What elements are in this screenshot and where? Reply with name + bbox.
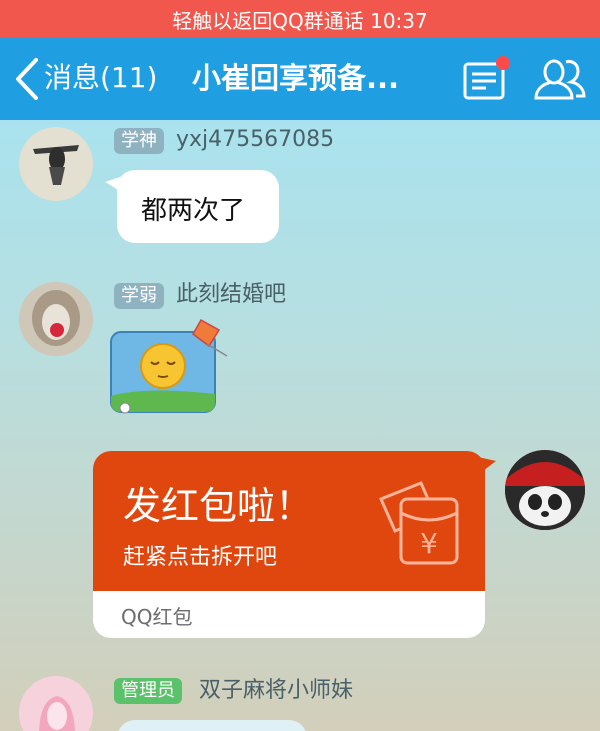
- sender-nickname: 双子麻将小师妹: [199, 678, 354, 703]
- chat-title: 小崔回享预备...: [192, 61, 400, 95]
- back-chevron-icon[interactable]: [12, 56, 42, 102]
- message-bubble[interactable]: 都两次了: [117, 170, 279, 243]
- back-button-label[interactable]: 消息(11): [44, 58, 157, 98]
- member-title-badge: 学神: [114, 128, 164, 154]
- red-packet-subtitle: 赶紧点击拆开吧: [123, 545, 278, 570]
- sender-nickname: yxj475567085: [176, 127, 335, 152]
- group-call-return-bar[interactable]: 轻触以返回QQ群通话 10:37: [0, 0, 600, 38]
- sender-avatar[interactable]: [19, 127, 93, 201]
- avatar-image: [19, 282, 93, 356]
- bubble-tail: [478, 457, 496, 475]
- sender-avatar[interactable]: [19, 676, 93, 731]
- my-avatar[interactable]: [505, 450, 585, 530]
- navigation-bar: 消息(11) 小崔回享预备...: [0, 38, 600, 120]
- chat-message-area[interactable]: 学神 yxj475567085 都两次了 学弱 此刻结婚吧 发红包啦！ 赶紧点击…: [0, 120, 600, 731]
- currency-symbol: ¥: [420, 527, 438, 560]
- member-title-badge: 学弱: [114, 283, 164, 309]
- sender-nickname: 此刻结婚吧: [176, 282, 287, 307]
- red-packet-card[interactable]: 发红包啦！ 赶紧点击拆开吧 ¥ QQ红包: [93, 451, 485, 638]
- message-text: 都两次了: [141, 196, 246, 226]
- call-status-text: 轻触以返回QQ群通话 10:37: [172, 8, 428, 33]
- sender-avatar[interactable]: [19, 282, 93, 356]
- avatar-image: [505, 450, 585, 530]
- avatar-image: [19, 127, 93, 201]
- message-bubble[interactable]: [117, 720, 307, 731]
- notice-board-icon[interactable]: [462, 56, 510, 102]
- admin-badge: 管理员: [114, 678, 182, 704]
- sleeping-emoji-sticker[interactable]: [105, 316, 230, 420]
- group-members-icon[interactable]: [532, 56, 588, 102]
- red-packet-envelope-icon: ¥: [379, 481, 459, 565]
- red-packet-footer: QQ红包: [121, 605, 193, 629]
- avatar-image: [19, 676, 93, 731]
- bubble-tail: [105, 176, 123, 194]
- red-packet-title: 发红包啦！: [123, 484, 314, 528]
